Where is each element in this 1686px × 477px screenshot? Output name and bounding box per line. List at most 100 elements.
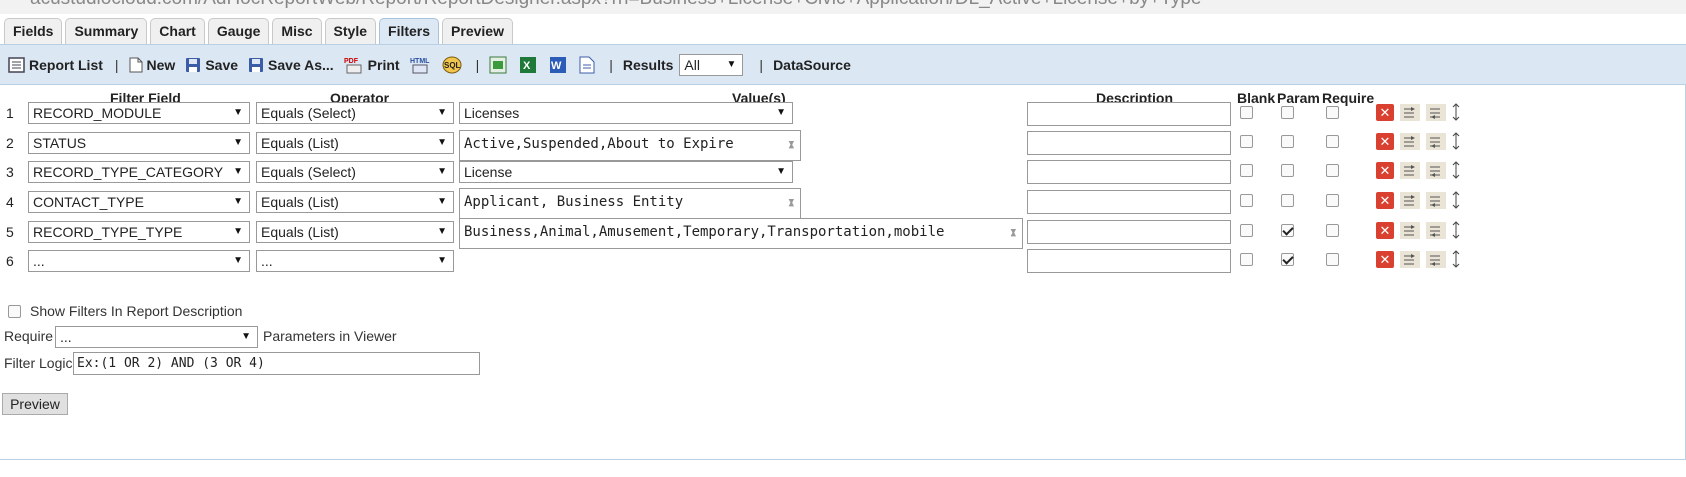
param-checkbox[interactable]	[1281, 224, 1294, 237]
textarea-scrollbar[interactable]: ▲ ▼	[1000, 219, 1022, 248]
operator-select[interactable]: ... ▼	[256, 250, 454, 272]
description-input[interactable]	[1027, 131, 1231, 155]
show-filters-checkbox[interactable]	[8, 305, 21, 318]
drag-handle-icon[interactable]	[1452, 132, 1460, 150]
move-up-icon[interactable]	[1400, 132, 1420, 150]
require-checkbox[interactable]	[1326, 164, 1339, 177]
operator-select[interactable]: Equals (List) ▼	[256, 132, 454, 154]
value-list-textarea[interactable]: Applicant, Business Entity ▲ ▼	[459, 188, 801, 219]
move-up-icon[interactable]	[1400, 103, 1420, 121]
blank-checkbox[interactable]	[1240, 106, 1253, 119]
move-down-icon[interactable]	[1426, 221, 1446, 239]
drag-handle-icon[interactable]	[1452, 103, 1460, 121]
filter-field-select[interactable]: RECORD_TYPE_TYPE ▼	[28, 221, 250, 243]
tab-preview[interactable]: Preview	[442, 18, 513, 45]
description-input[interactable]	[1027, 160, 1231, 184]
move-down-icon[interactable]	[1426, 161, 1446, 179]
delete-row-button[interactable]: ✕	[1376, 250, 1394, 268]
tab-filters[interactable]: Filters	[379, 18, 440, 45]
delete-row-button[interactable]: ✕	[1376, 132, 1394, 150]
save-as-label: Save As...	[268, 56, 334, 73]
delete-row-button[interactable]: ✕	[1376, 161, 1394, 179]
delete-row-button[interactable]: ✕	[1376, 103, 1394, 121]
tab-misc[interactable]: Misc	[272, 18, 322, 45]
toolbar-separator: |	[475, 56, 480, 73]
value-select[interactable]: Licenses ▼	[459, 102, 793, 124]
sql-icon[interactable]: SQL	[442, 56, 462, 74]
description-input[interactable]	[1027, 102, 1231, 126]
tab-style[interactable]: Style	[324, 18, 377, 45]
drag-handle-icon[interactable]	[1452, 161, 1460, 179]
word-icon[interactable]: W	[549, 56, 567, 74]
delete-row-button[interactable]: ✕	[1376, 221, 1394, 239]
scroll-down-icon: ▼	[788, 139, 794, 149]
filter-field-select[interactable]: ... ▼	[28, 250, 250, 272]
move-up-icon[interactable]	[1400, 250, 1420, 268]
blank-checkbox[interactable]	[1240, 164, 1253, 177]
value-list-textarea[interactable]: Business,Animal,Amusement,Temporary,Tran…	[459, 218, 1023, 249]
drag-handle-icon[interactable]	[1452, 250, 1460, 268]
operator-select[interactable]: Equals (Select) ▼	[256, 161, 454, 183]
move-up-icon[interactable]	[1400, 221, 1420, 239]
tab-chart[interactable]: Chart	[150, 18, 205, 45]
operator-select[interactable]: Equals (List) ▼	[256, 221, 454, 243]
blank-checkbox[interactable]	[1240, 194, 1253, 207]
description-input[interactable]	[1027, 190, 1231, 214]
filter-field-select[interactable]: CONTACT_TYPE ▼	[28, 191, 250, 213]
html-export-icon[interactable]: HTML	[410, 56, 430, 74]
param-checkbox[interactable]	[1281, 253, 1294, 266]
textarea-scrollbar[interactable]: ▲ ▼	[778, 189, 800, 218]
require-checkbox[interactable]	[1326, 135, 1339, 148]
require-checkbox[interactable]	[1326, 253, 1339, 266]
value-list-textarea[interactable]: Active,Suspended,About to Expire ▲ ▼	[459, 130, 801, 161]
description-input[interactable]	[1027, 249, 1231, 273]
require-checkbox[interactable]	[1326, 106, 1339, 119]
require-select[interactable]: ... ▼	[55, 326, 258, 348]
require-checkbox[interactable]	[1326, 224, 1339, 237]
move-down-icon[interactable]	[1426, 132, 1446, 150]
operator-select[interactable]: Equals (List) ▼	[256, 191, 454, 213]
row-number: 3	[6, 164, 14, 180]
excel-export-icon[interactable]	[489, 56, 507, 74]
blank-checkbox[interactable]	[1240, 224, 1253, 237]
report-list-icon	[8, 56, 25, 73]
filter-field-select[interactable]: RECORD_MODULE ▼	[28, 102, 250, 124]
value-select[interactable]: License ▼	[459, 161, 793, 183]
datasource-button[interactable]: DataSource	[773, 57, 851, 73]
drag-handle-icon[interactable]	[1452, 221, 1460, 239]
move-down-icon[interactable]	[1426, 250, 1446, 268]
require-checkbox[interactable]	[1326, 194, 1339, 207]
tab-gauge[interactable]: Gauge	[207, 18, 270, 45]
operator-value: ...	[261, 253, 273, 269]
tab-summary[interactable]: Summary	[65, 18, 148, 45]
document-export-icon[interactable]	[579, 56, 595, 74]
drag-handle-icon[interactable]	[1452, 191, 1460, 209]
report-list-button[interactable]: Report List	[8, 57, 103, 73]
results-select[interactable]: All ▼	[679, 53, 744, 76]
param-checkbox[interactable]	[1281, 106, 1294, 119]
operator-select[interactable]: Equals (Select) ▼	[256, 102, 454, 124]
tab-fields[interactable]: Fields	[4, 18, 63, 45]
move-down-icon[interactable]	[1426, 103, 1446, 121]
save-button[interactable]: Save	[185, 57, 238, 73]
preview-button[interactable]: Preview	[2, 393, 68, 415]
filter-field-select[interactable]: RECORD_TYPE_CATEGORY ▼	[28, 161, 250, 183]
chevron-down-icon: ▼	[437, 255, 447, 266]
blank-checkbox[interactable]	[1240, 135, 1253, 148]
param-checkbox[interactable]	[1281, 164, 1294, 177]
print-button[interactable]: PDF Print	[344, 56, 400, 74]
new-button[interactable]: New	[129, 57, 175, 73]
param-checkbox[interactable]	[1281, 194, 1294, 207]
filter-field-select[interactable]: STATUS ▼	[28, 132, 250, 154]
move-up-icon[interactable]	[1400, 161, 1420, 179]
filter-logic-input[interactable]: Ex:(1 OR 2) AND (3 OR 4)	[73, 352, 480, 375]
delete-row-button[interactable]: ✕	[1376, 191, 1394, 209]
param-checkbox[interactable]	[1281, 135, 1294, 148]
move-down-icon[interactable]	[1426, 191, 1446, 209]
excel-icon[interactable]: X	[519, 56, 537, 74]
blank-checkbox[interactable]	[1240, 253, 1253, 266]
move-up-icon[interactable]	[1400, 191, 1420, 209]
save-as-button[interactable]: Save As...	[248, 57, 334, 73]
description-input[interactable]	[1027, 220, 1231, 244]
textarea-scrollbar[interactable]: ▲ ▼	[778, 131, 800, 160]
